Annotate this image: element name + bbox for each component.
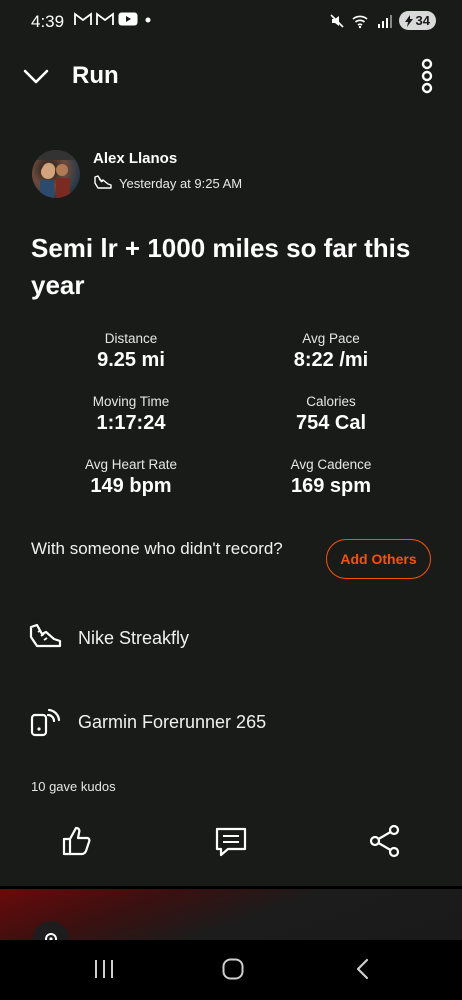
- gear-shoes-label: Nike Streakfly: [78, 627, 190, 648]
- home-icon[interactable]: [221, 957, 245, 981]
- gear-device-row[interactable]: Garmin Forerunner 265: [28, 705, 266, 739]
- stat-avg-cadence: Avg Cadence 169 spm: [231, 457, 431, 498]
- stat-label: Distance: [104, 331, 158, 346]
- add-others-prompt: With someone who didn't record?: [31, 539, 283, 558]
- activity-timestamp: Yesterday at 9:25 AM: [119, 175, 243, 191]
- athlete-name[interactable]: Alex Llanos: [93, 150, 177, 167]
- mute-icon: [329, 13, 344, 28]
- more-options-icon[interactable]: [418, 58, 436, 94]
- battery-saver-icon: [404, 14, 413, 27]
- gmail-icon: [74, 12, 92, 25]
- recent-apps-icon[interactable]: [92, 958, 116, 980]
- comment-icon[interactable]: [214, 825, 248, 859]
- gmail-icon: [96, 12, 114, 25]
- stat-distance: Distance 9.25 mi: [31, 331, 231, 372]
- gear-shoes-row[interactable]: Nike Streakfly: [28, 622, 189, 654]
- add-others-button[interactable]: Add Others: [326, 539, 431, 579]
- system-nav-bar: [0, 940, 462, 1000]
- dot-icon: [145, 17, 151, 23]
- stat-value: 169 spm: [290, 475, 372, 497]
- stat-label: Calories: [306, 394, 356, 409]
- thumbs-up-icon[interactable]: [60, 824, 94, 858]
- kudos-count[interactable]: 10 gave kudos: [31, 779, 116, 794]
- system-icons: 34: [329, 11, 436, 30]
- stat-avg-pace: Avg Pace 8:22 /mi: [231, 331, 431, 372]
- status-bar: 4:39 34: [0, 0, 462, 44]
- stat-label: Avg Cadence: [290, 457, 372, 472]
- wifi-icon: [352, 15, 368, 28]
- stat-value: 754 Cal: [295, 412, 367, 434]
- stat-value: 1:17:24: [96, 412, 166, 434]
- avatar[interactable]: [32, 150, 80, 198]
- notification-icons: [74, 12, 154, 26]
- signal-icon: [377, 14, 392, 28]
- stat-label: Moving Time: [92, 394, 170, 409]
- avatar-photo: [32, 150, 80, 198]
- stat-value: 9.25 mi: [97, 349, 165, 371]
- stat-value: 8:22 /mi: [293, 349, 369, 371]
- status-time: 4:39: [31, 12, 65, 31]
- page-title: Run: [72, 62, 119, 89]
- stat-calories: Calories 754 Cal: [231, 394, 431, 435]
- stat-label: Avg Heart Rate: [84, 457, 178, 472]
- shoe-icon: [94, 175, 112, 189]
- share-icon[interactable]: [368, 824, 402, 858]
- battery-indicator: 34: [398, 11, 436, 30]
- activity-title: Semi lr + 1000 miles so far this year: [31, 233, 411, 300]
- battery-level: 34: [415, 13, 430, 28]
- stat-moving-time: Moving Time 1:17:24: [31, 394, 231, 435]
- activity-meta: Yesterday at 9:25 AM: [93, 174, 242, 192]
- stat-value: 149 bpm: [90, 475, 172, 497]
- stat-label: Avg Pace: [302, 331, 360, 346]
- stat-avg-heart-rate: Avg Heart Rate 149 bpm: [31, 457, 231, 498]
- chevron-down-icon[interactable]: [22, 64, 50, 88]
- device-icon: [30, 708, 61, 737]
- next-feed-card[interactable]: [0, 889, 462, 940]
- back-icon[interactable]: [353, 957, 373, 981]
- shoe-icon: [29, 623, 62, 648]
- gear-device-label: Garmin Forerunner 265: [78, 711, 267, 732]
- youtube-icon: [118, 12, 138, 26]
